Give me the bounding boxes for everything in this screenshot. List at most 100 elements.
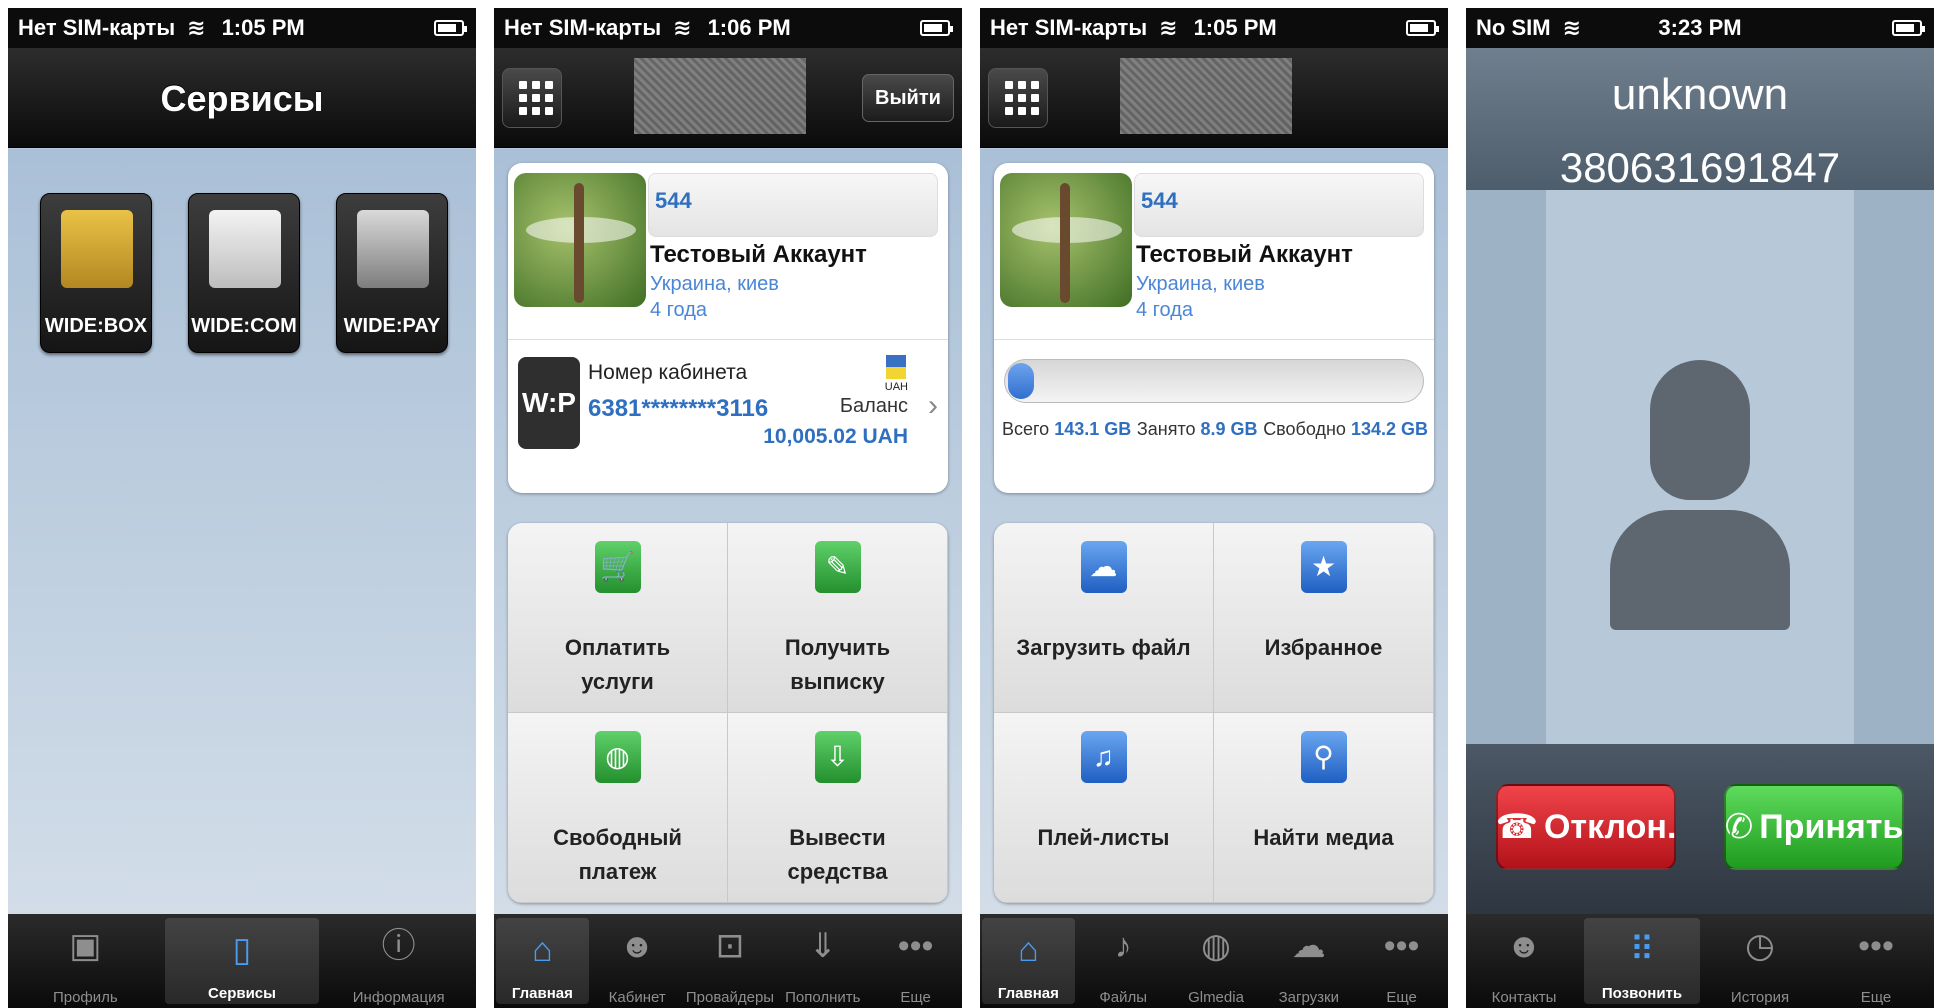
find-media-button[interactable]: ⚲ Найти медиа [1214,713,1434,903]
status-time: 1:06 PM [707,15,791,40]
action-label: Свободный платеж [508,821,727,889]
currency-label: UAH [884,381,908,393]
carrier-label: Нет SIM-карты [990,15,1148,40]
action-label-line: Оплатить [564,635,671,660]
navigation-bar [980,48,1448,148]
tab-cabinet[interactable]: ☻ Кабинет [591,914,684,1008]
account-location: Украина, киев [1136,273,1265,295]
tab-label: Позвонить [1601,985,1683,1002]
tab-label: Glmedia [1188,989,1244,1006]
actions-grid: ☁ Загрузить файл ★ Избранное ♫ Плей-лист… [994,523,1434,903]
tab-label: Сервисы [208,985,276,1002]
tab-providers[interactable]: ⊡ Провайдеры [684,914,777,1008]
tab-more[interactable]: ••• Еще [869,914,962,1008]
account-name: Тестовый Аккаунт [1136,241,1353,268]
tab-call[interactable]: ⠿ Позвонить [1584,918,1700,1004]
more-icon: ••• [897,927,934,965]
withdraw-funds-button[interactable]: ⇩ Вывести средства [728,713,948,903]
tab-files[interactable]: ♪ Файлы [1077,914,1170,1008]
storage-free-label: Свободно [1263,419,1346,439]
tab-more[interactable]: ••• Еще [1818,914,1934,1008]
get-statement-button[interactable]: ✎ Получить выписку [728,523,948,713]
phone-icon: ▯ [232,931,252,969]
services-screen: Нет SIM-карты ≋ 1:05 PM Сервисы WIDE:BOX… [8,8,476,1008]
ukraine-flag-icon [886,355,906,379]
cart-icon: 🛒 [594,541,641,593]
menu-grid-button[interactable] [502,68,562,128]
decline-call-button[interactable]: ☎ Отклон. [1496,784,1676,870]
playlists-button[interactable]: ♫ Плей-листы [994,713,1214,903]
account-age: 4 года [1136,299,1194,321]
status-time: 1:05 PM [1193,15,1277,40]
service-widecom-button[interactable]: WIDE:COM [188,193,300,353]
playlist-icon: ♫ [1080,731,1127,783]
more-icon: ••• [1858,927,1894,965]
action-label: Получить выписку [728,631,947,699]
tab-label: Еще [900,989,931,1006]
tab-history[interactable]: ◷ История [1702,914,1818,1008]
tab-information[interactable]: ⓘ Информация [321,914,476,1008]
battery-icon [434,20,467,36]
status-bar: Нет SIM-карты ≋ 1:05 PM [8,8,476,48]
download-icon: ⇓ [808,927,838,965]
wifi-icon: ≋ [1159,15,1178,40]
actions-grid: 🛒 Оплатить услуги ✎ Получить выписку ◍ С… [508,523,948,903]
tab-downloads[interactable]: ☁ Загрузки [1262,914,1355,1008]
profile-card: 544 Тестовый Аккаунт Украина, киев 4 год… [994,163,1434,493]
tab-label: Еще [1386,989,1417,1006]
tab-label: Загрузки [1278,989,1339,1006]
logout-button[interactable]: Выйти [862,74,954,122]
logo-image [1120,58,1292,134]
battery-icon [1892,20,1925,36]
service-widebox-button[interactable]: WIDE:BOX [40,193,152,353]
cloud-upload-icon: ☁ [1080,541,1127,593]
storage-total-label: Всего [1002,419,1050,439]
tab-label: Файлы [1099,989,1148,1006]
action-label-line: услуги [581,669,654,694]
favorites-button[interactable]: ★ Избранное [1214,523,1434,713]
action-label: Оплатить услуги [508,631,727,699]
pay-services-button[interactable]: 🛒 Оплатить услуги [508,523,728,713]
battery-icon [920,20,953,36]
wallet-content: 544 Тестовый Аккаунт Украина, киев 4 год… [494,149,962,914]
tab-profile[interactable]: ▣ Профиль [8,914,163,1008]
files-icon: ♪ [1114,927,1132,965]
tab-topup[interactable]: ⇓ Пополнить [776,914,869,1008]
action-label-line: платеж [578,859,657,884]
storage-used-value: 8.9 GB [1200,419,1258,439]
upload-file-button[interactable]: ☁ Загрузить файл [994,523,1214,713]
action-label-line: средства [787,859,888,884]
magnifier-icon: ⚲ [1300,731,1347,783]
tab-label: Пополнить [785,989,861,1006]
tab-more[interactable]: ••• Еще [1355,914,1448,1008]
status-time: 3:23 PM [1658,15,1742,40]
avatar [514,173,646,307]
logo-image [634,58,806,134]
tab-contacts[interactable]: ☻ Контакты [1466,914,1582,1008]
tab-bar: ⌂ Главная ☻ Кабинет ⊡ Провайдеры ⇓ Попол… [494,914,962,1008]
account-id: 544 [648,173,938,237]
call-controls: ☎ Отклон. ✆ Принять [1466,744,1934,914]
free-payment-button[interactable]: ◍ Свободный платеж [508,713,728,903]
tab-home[interactable]: ⌂ Главная [496,918,589,1004]
tab-services[interactable]: ▯ Сервисы [164,918,320,1004]
tab-label: Информация [352,989,445,1006]
chevron-right-icon[interactable]: › [928,389,938,423]
service-widepay-button[interactable]: WIDE:PAY [336,193,448,353]
cabinet-number: 6381********3116 [588,395,769,422]
accept-call-button[interactable]: ✆ Принять [1724,784,1904,870]
menu-grid-button[interactable] [988,68,1048,128]
action-label-line: Вывести [789,825,886,850]
tab-label: Профиль [52,989,118,1006]
home-icon: ⌂ [532,931,553,969]
service-label: WIDE:PAY [343,315,441,337]
tab-label: История [1730,989,1790,1006]
navigation-bar: Сервисы [8,48,476,148]
profile-card: 544 Тестовый Аккаунт Украина, киев 4 год… [508,163,948,493]
tab-label: Еще [1860,989,1892,1006]
action-label-line: Получить [784,635,891,660]
tab-home[interactable]: ⌂ Главная [982,918,1075,1004]
accept-label: Принять [1759,807,1904,846]
tab-glmedia[interactable]: ◍ Glmedia [1170,914,1263,1008]
storage-used: Занято 8.9 GB [1137,419,1258,440]
